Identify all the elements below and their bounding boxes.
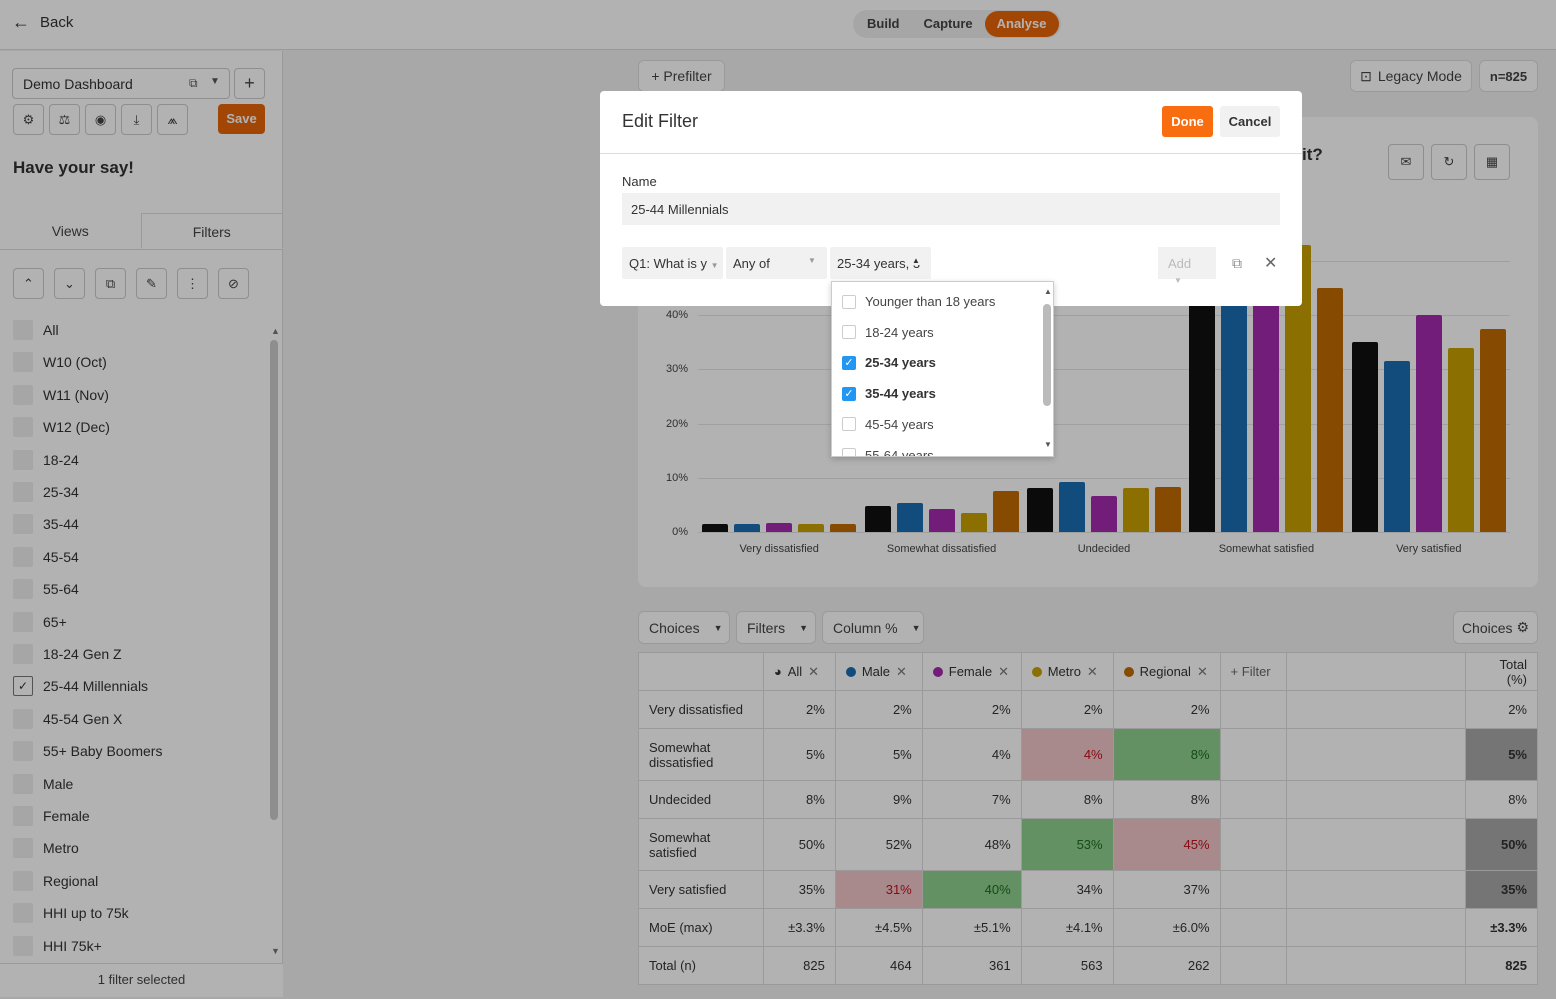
cancel-button[interactable]: Cancel: [1220, 106, 1280, 137]
answer-option[interactable]: 55-64 years: [842, 447, 934, 457]
checkbox[interactable]: [842, 448, 856, 456]
copy-icon[interactable]: ⧉: [1232, 255, 1242, 272]
checkbox[interactable]: [842, 294, 856, 309]
answer-option[interactable]: ✓ 25-34 years: [842, 355, 936, 370]
scroll-down-icon[interactable]: ▼: [1044, 440, 1052, 449]
option-label: 18-24 years: [865, 324, 934, 340]
checkbox-checked[interactable]: ✓: [842, 355, 856, 370]
option-label: 25-34 years: [865, 355, 936, 371]
add-condition-button[interactable]: Add ▼: [1158, 247, 1216, 285]
close-icon[interactable]: ✕: [1264, 253, 1277, 273]
chevron-down-icon: ▼: [1174, 276, 1182, 285]
answers-dropdown: Younger than 18 years 18-24 years ✓ 25-34 y…: [831, 281, 1054, 457]
chevron-down-icon: ▼: [710, 261, 719, 270]
answer-option[interactable]: ✓ 35-44 years: [842, 386, 936, 401]
scroll-up-icon[interactable]: ▲: [1044, 287, 1052, 296]
modal-title: Edit Filter: [622, 111, 699, 131]
done-button[interactable]: Done: [1162, 106, 1213, 137]
option-label: Younger than 18 years: [865, 294, 996, 309]
answer-option[interactable]: 18-24 years: [842, 325, 934, 340]
name-label: Name: [622, 174, 657, 189]
question-value: Q1: What is y: [629, 256, 708, 271]
checkbox-checked[interactable]: ✓: [842, 386, 856, 401]
operator-value: Any of: [733, 256, 770, 271]
answers-value: 25-34 years, 3: [837, 256, 921, 271]
checkbox[interactable]: [842, 417, 856, 432]
option-label: 35-44 years: [865, 386, 936, 402]
chevron-up-icon: ▲: [912, 256, 920, 265]
checkbox[interactable]: [842, 325, 856, 340]
answers-select[interactable]: 25-34 years, 3 ▲: [830, 247, 931, 279]
option-label: 55-64 years: [865, 447, 934, 457]
name-field[interactable]: [622, 193, 1280, 225]
question-select[interactable]: Q1: What is y ▼: [622, 247, 723, 279]
add-label: Add: [1168, 256, 1192, 271]
answer-option[interactable]: 45-54 years: [842, 417, 934, 432]
operator-select[interactable]: Any of ▼: [726, 247, 827, 279]
answer-option[interactable]: Younger than 18 years: [842, 294, 995, 309]
modal-divider: [600, 153, 1302, 154]
chevron-down-icon: ▼: [808, 256, 816, 265]
dropdown-scrollbar[interactable]: [1043, 304, 1051, 406]
option-label: 45-54 years: [865, 416, 934, 432]
